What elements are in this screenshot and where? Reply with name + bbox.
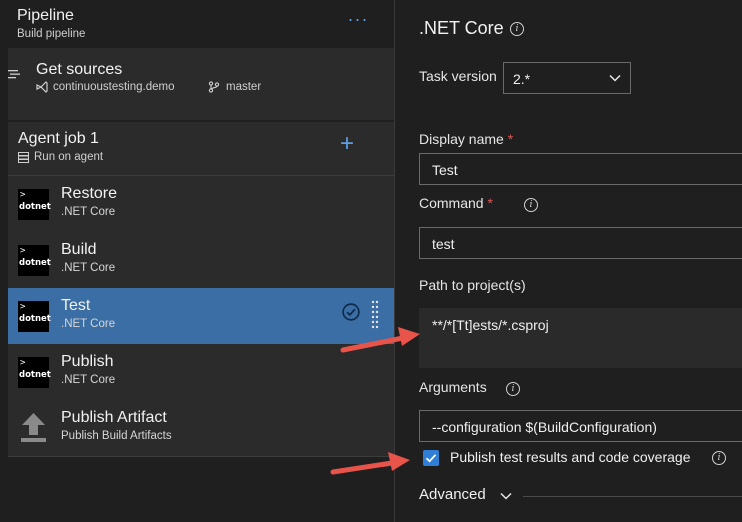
task-build[interactable]: > dotnet Build .NET Core (8, 232, 394, 288)
repository-name: continuoustesting.demo (53, 81, 175, 93)
divider (523, 496, 742, 497)
task-restore[interactable]: > dotnet Restore .NET Core (8, 176, 394, 232)
info-icon[interactable]: i (506, 382, 520, 396)
get-sources-title: Get sources (36, 61, 123, 78)
pipeline-title: Pipeline (17, 7, 74, 24)
info-icon[interactable]: i (712, 451, 726, 465)
path-to-projects-label: Path to project(s) (419, 277, 526, 293)
info-icon[interactable]: i (524, 198, 538, 212)
task-version-select[interactable]: 2.* (503, 62, 631, 94)
chevron-down-icon (609, 74, 621, 82)
pipeline-tree-panel: Pipeline Build pipeline ··· Get sources … (0, 0, 394, 522)
task-title: Restore (61, 185, 118, 202)
task-title: Test (61, 297, 91, 314)
dotnet-logo-icon: > dotnet (18, 357, 51, 388)
check-circle-icon[interactable] (342, 303, 360, 321)
task-subtitle: .NET Core (61, 374, 116, 386)
vs-repo-icon (36, 81, 48, 93)
add-task-button[interactable]: + (336, 132, 358, 156)
display-name-label: Display name * (419, 131, 514, 147)
branch-icon (208, 81, 220, 93)
task-publish[interactable]: > dotnet Publish .NET Core (8, 344, 394, 400)
dotnet-logo-icon: > dotnet (18, 245, 51, 276)
get-sources-item[interactable]: Get sources continuoustesting.demo maste… (8, 48, 394, 120)
arguments-label: Arguments (419, 379, 487, 395)
divider (8, 456, 394, 457)
publish-test-results-checkbox[interactable] (423, 450, 439, 466)
task-subtitle: .NET Core (61, 318, 116, 330)
task-details-title: .NET Core (419, 18, 504, 38)
path-to-projects-textarea[interactable]: **/*[Tt]ests/*.csproj (419, 308, 742, 368)
task-test[interactable]: > dotnet Test .NET Core (8, 288, 394, 344)
dotnet-logo-icon: > dotnet (18, 301, 51, 332)
pipeline-subtitle: Build pipeline (17, 28, 86, 40)
task-subtitle: .NET Core (61, 206, 116, 218)
command-label: Command * (419, 195, 493, 211)
display-name-field[interactable]: Test (419, 153, 742, 185)
upload-icon (21, 413, 46, 442)
chevron-down-icon[interactable] (499, 490, 513, 502)
arguments-field[interactable]: --configuration $(BuildConfiguration) (419, 410, 742, 442)
pipeline-header[interactable]: Pipeline Build pipeline ··· (0, 0, 394, 48)
required-mark: * (487, 195, 493, 211)
required-mark: * (507, 131, 514, 147)
list-settings-icon (8, 70, 20, 79)
drag-handle-icon[interactable] (371, 300, 379, 330)
publish-test-results-label: Publish test results and code coverage (450, 449, 691, 465)
agent-job-title: Agent job 1 (18, 130, 99, 147)
task-title: Publish Artifact (61, 409, 167, 426)
agent-job-item[interactable]: Agent job 1 Run on agent + (8, 122, 394, 175)
agent-job-subtitle: Run on agent (34, 151, 104, 163)
task-subtitle: .NET Core (61, 262, 116, 274)
more-options-button[interactable]: ··· (346, 10, 370, 32)
command-field[interactable]: test (419, 227, 742, 259)
task-subtitle: Publish Build Artifacts (61, 430, 172, 442)
info-icon[interactable]: i (510, 22, 524, 36)
task-publish-artifact[interactable]: Publish Artifact Publish Build Artifacts (8, 400, 394, 456)
server-icon (18, 152, 29, 163)
branch-name: master (226, 81, 262, 93)
dotnet-logo-icon: > dotnet (18, 189, 51, 220)
task-version-value: 2.* (513, 71, 531, 87)
task-title: Build (61, 241, 97, 258)
advanced-section-toggle[interactable]: Advanced (419, 486, 486, 503)
task-title: Publish (61, 353, 114, 370)
task-version-label: Task version (419, 68, 497, 84)
task-details-panel: .NET Core i Task version 2.* Display nam… (395, 0, 742, 522)
